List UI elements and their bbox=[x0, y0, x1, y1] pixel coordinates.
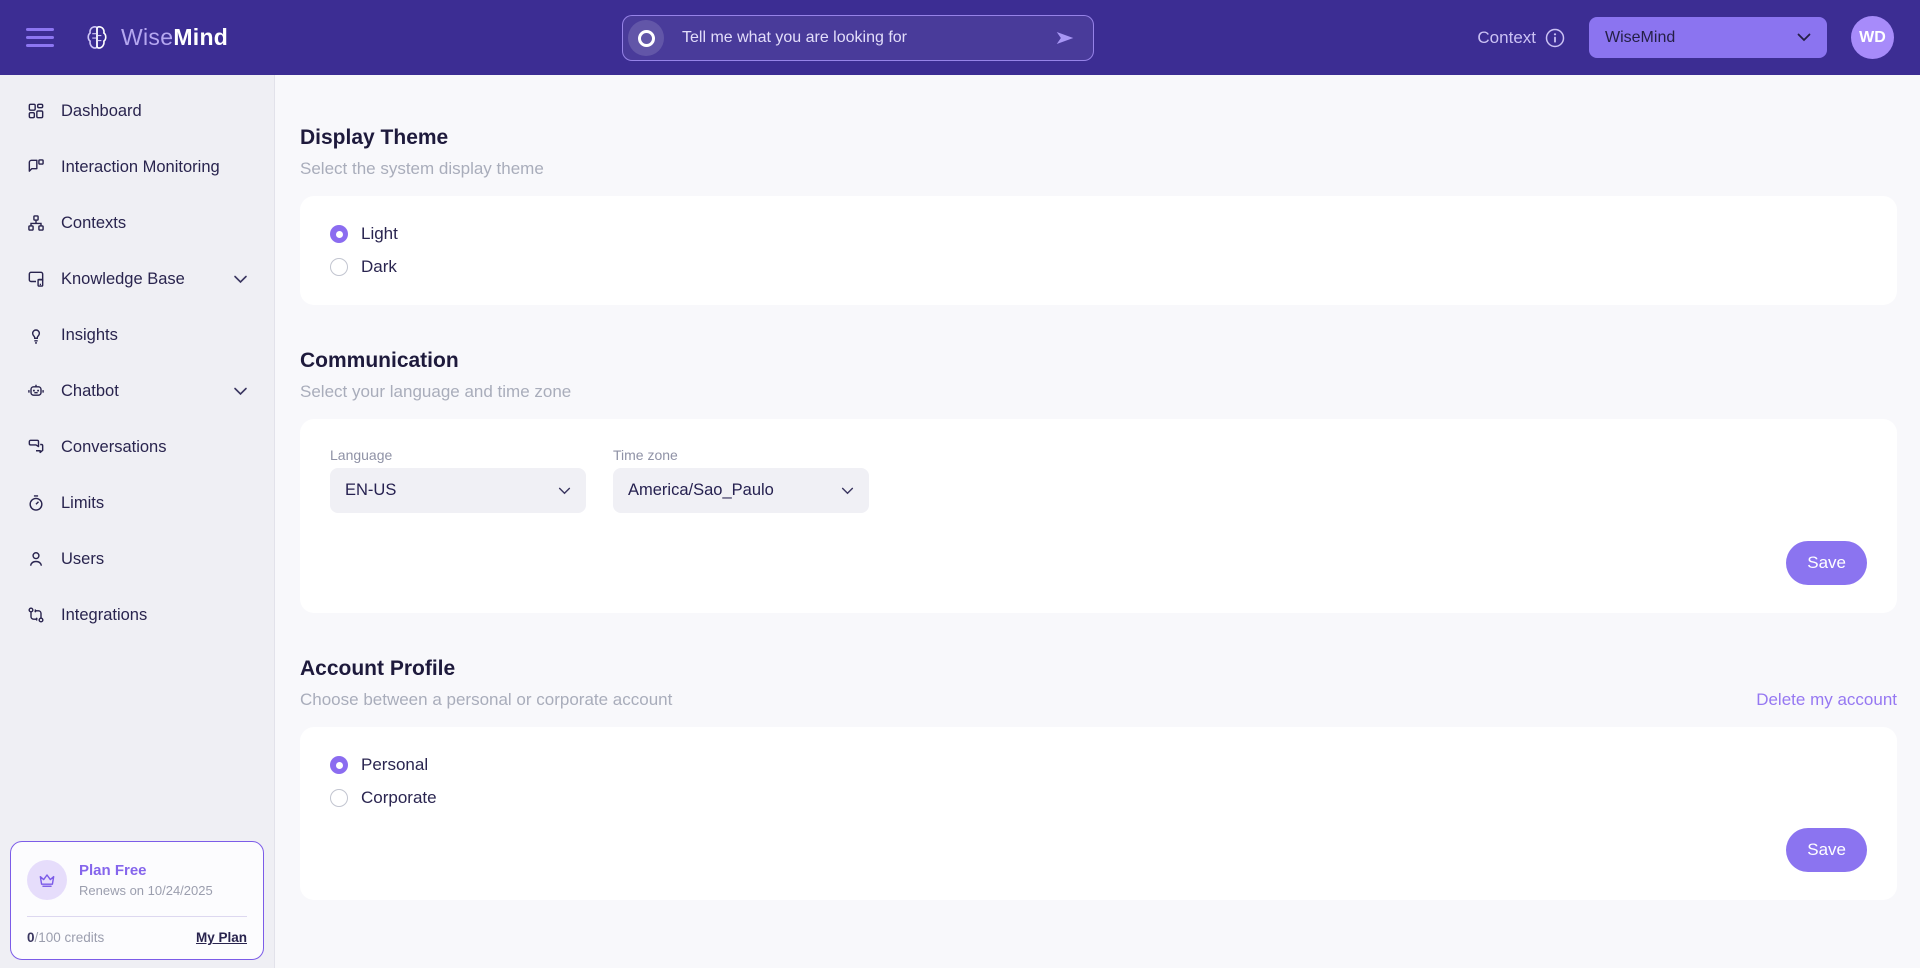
radio-personal[interactable]: Personal bbox=[330, 755, 1867, 775]
radio-dark[interactable]: Dark bbox=[330, 257, 1867, 277]
radio-label: Dark bbox=[361, 257, 397, 277]
radio-corporate[interactable]: Corporate bbox=[330, 788, 1867, 808]
timezone-label: Time zone bbox=[613, 447, 869, 463]
radio-selected-icon[interactable] bbox=[330, 225, 348, 243]
radio-selected-icon[interactable] bbox=[330, 756, 348, 774]
sidebar-item-interaction-monitoring[interactable]: Interaction Monitoring bbox=[0, 139, 274, 195]
context-dropdown-value: WiseMind bbox=[1605, 29, 1675, 47]
radio-light[interactable]: Light bbox=[330, 224, 1867, 244]
interaction-monitoring-icon bbox=[26, 157, 46, 177]
radio-unselected-icon[interactable] bbox=[330, 789, 348, 807]
app-logo: WiseMind bbox=[82, 23, 228, 53]
radio-label: Corporate bbox=[361, 788, 437, 808]
insights-icon bbox=[26, 325, 46, 345]
radio-label: Personal bbox=[361, 755, 428, 775]
sidebar-item-conversations[interactable]: Conversations bbox=[0, 419, 274, 475]
save-account-profile-button[interactable]: Save bbox=[1786, 828, 1867, 872]
timezone-select[interactable]: America/Sao_Paulo bbox=[613, 468, 869, 513]
crown-icon bbox=[27, 860, 67, 900]
context-dropdown[interactable]: WiseMind bbox=[1589, 17, 1827, 58]
chevron-down-icon bbox=[841, 487, 854, 495]
section-account-profile: Account Profile Choose between a persona… bbox=[300, 657, 1897, 900]
communication-card: Language EN-US Time zone America/Sao_Pau… bbox=[300, 419, 1897, 613]
contexts-icon bbox=[26, 213, 46, 233]
chevron-down-icon bbox=[233, 275, 248, 284]
logo-text-mind: Mind bbox=[173, 24, 228, 50]
knowledge-base-icon bbox=[26, 269, 46, 289]
sidebar-item-chatbot[interactable]: Chatbot bbox=[0, 363, 274, 419]
chevron-down-icon bbox=[233, 387, 248, 396]
sidebar-item-label: Insights bbox=[61, 326, 118, 345]
sidebar-item-integrations[interactable]: Integrations bbox=[0, 587, 274, 643]
sidebar-item-label: Users bbox=[61, 550, 104, 569]
assistant-search-bar[interactable] bbox=[622, 15, 1094, 61]
account-profile-card: Personal Corporate Save bbox=[300, 727, 1897, 900]
limits-icon bbox=[26, 493, 46, 513]
sidebar-item-contexts[interactable]: Contexts bbox=[0, 195, 274, 251]
plan-credits: 0/100 credits bbox=[27, 930, 104, 945]
send-button[interactable] bbox=[1053, 27, 1077, 49]
info-icon[interactable] bbox=[1545, 28, 1565, 48]
assistant-orb-icon bbox=[628, 20, 664, 56]
search-input[interactable] bbox=[680, 28, 1037, 48]
integrations-icon bbox=[26, 605, 46, 625]
timezone-field: Time zone America/Sao_Paulo bbox=[613, 447, 869, 513]
users-icon bbox=[26, 549, 46, 569]
radio-unselected-icon[interactable] bbox=[330, 258, 348, 276]
sidebar-item-label: Contexts bbox=[61, 214, 126, 233]
credits-used: 0 bbox=[27, 930, 35, 945]
plan-title: Plan Free bbox=[79, 862, 213, 879]
dashboard-icon bbox=[26, 101, 46, 121]
display-theme-card: Light Dark bbox=[300, 196, 1897, 305]
sidebar-item-label: Chatbot bbox=[61, 382, 119, 401]
sidebar-item-limits[interactable]: Limits bbox=[0, 475, 274, 531]
radio-label: Light bbox=[361, 224, 398, 244]
top-bar: WiseMind Context WiseMind WD bbox=[0, 0, 1920, 75]
chevron-down-icon bbox=[558, 487, 571, 495]
sidebar: Dashboard Interaction Monitoring Context… bbox=[0, 75, 275, 968]
section-title: Communication bbox=[300, 349, 1897, 373]
delete-account-link[interactable]: Delete my account bbox=[1756, 690, 1897, 710]
section-subtitle: Select the system display theme bbox=[300, 159, 1897, 179]
section-communication: Communication Select your language and t… bbox=[300, 349, 1897, 613]
plan-card: Plan Free Renews on 10/24/2025 0/100 cre… bbox=[10, 841, 264, 960]
sidebar-item-label: Dashboard bbox=[61, 102, 142, 121]
sidebar-item-users[interactable]: Users bbox=[0, 531, 274, 587]
sidebar-item-label: Integrations bbox=[61, 606, 147, 625]
conversations-icon bbox=[26, 437, 46, 457]
section-subtitle: Choose between a personal or corporate a… bbox=[300, 690, 672, 710]
language-value: EN-US bbox=[345, 481, 396, 500]
sidebar-item-insights[interactable]: Insights bbox=[0, 307, 274, 363]
main-content: Preferences Display Theme Select the sys… bbox=[275, 0, 1920, 968]
sidebar-item-label: Conversations bbox=[61, 438, 166, 457]
brain-logo-icon bbox=[82, 23, 112, 53]
section-display-theme: Display Theme Select the system display … bbox=[300, 126, 1897, 305]
chevron-down-icon bbox=[1797, 33, 1811, 42]
save-communication-button[interactable]: Save bbox=[1786, 541, 1867, 585]
sidebar-item-dashboard[interactable]: Dashboard bbox=[0, 83, 274, 139]
menu-icon[interactable] bbox=[26, 28, 54, 47]
logo-text-wise: Wise bbox=[121, 24, 173, 50]
my-plan-link[interactable]: My Plan bbox=[196, 930, 247, 945]
divider bbox=[27, 916, 247, 917]
plan-renewal: Renews on 10/24/2025 bbox=[79, 883, 213, 898]
section-title: Account Profile bbox=[300, 657, 1897, 681]
language-select[interactable]: EN-US bbox=[330, 468, 586, 513]
section-subtitle: Select your language and time zone bbox=[300, 382, 1897, 402]
context-label: Context bbox=[1477, 28, 1565, 48]
language-label: Language bbox=[330, 447, 586, 463]
language-field: Language EN-US bbox=[330, 447, 586, 513]
sidebar-item-label: Limits bbox=[61, 494, 104, 513]
send-icon bbox=[1053, 27, 1077, 49]
chatbot-icon bbox=[26, 381, 46, 401]
sidebar-item-label: Interaction Monitoring bbox=[61, 158, 220, 177]
sidebar-item-knowledge-base[interactable]: Knowledge Base bbox=[0, 251, 274, 307]
section-title: Display Theme bbox=[300, 126, 1897, 150]
timezone-value: America/Sao_Paulo bbox=[628, 481, 774, 500]
credits-rest: /100 credits bbox=[35, 930, 105, 945]
user-avatar[interactable]: WD bbox=[1851, 16, 1894, 59]
sidebar-item-label: Knowledge Base bbox=[61, 270, 185, 289]
